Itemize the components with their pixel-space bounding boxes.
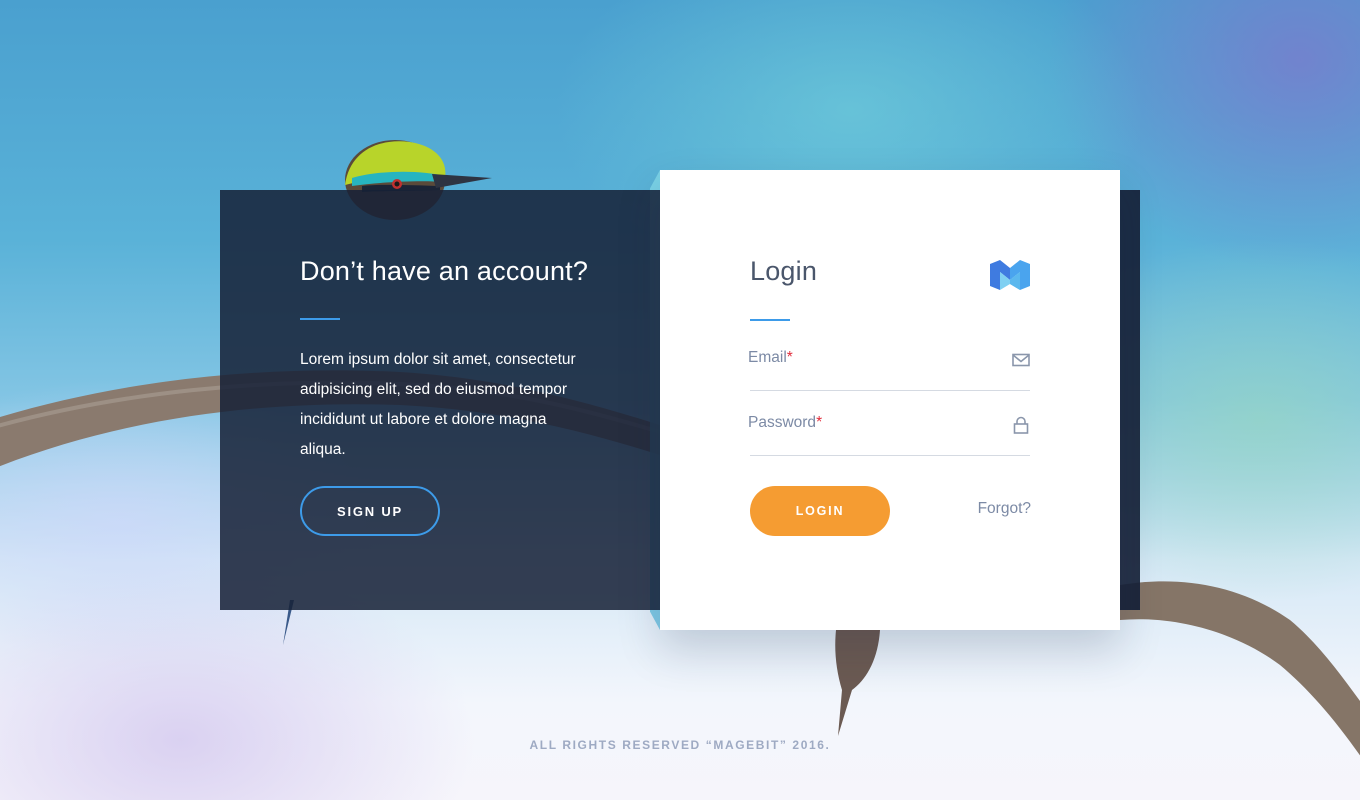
sign-up-button[interactable]: SIGN UP <box>300 486 440 536</box>
login-heading: Login <box>750 256 818 286</box>
password-field[interactable]: Password* <box>748 410 1030 456</box>
signup-panel: Don’t have an account? Lorem ipsum dolor… <box>220 190 680 610</box>
required-mark: * <box>816 414 823 431</box>
signup-heading: Don’t have an account? <box>300 256 589 286</box>
padlock-icon <box>1013 416 1029 434</box>
password-label: Password* <box>748 414 823 431</box>
heading-underline <box>300 318 340 320</box>
footer-copyright: ALL RIGHTS RESERVED “MAGEBIT” 2016. <box>529 738 831 752</box>
magebit-m-logo-icon <box>990 260 1030 290</box>
heading-underline <box>750 319 790 321</box>
envelope-icon <box>1012 353 1030 367</box>
email-field[interactable]: Email* <box>748 345 1030 391</box>
required-mark: * <box>786 349 793 366</box>
login-card: Login Email* Password* LOGIN Forgot? <box>660 170 1120 630</box>
signup-description: Lorem ipsum dolor sit amet, consectetur … <box>300 351 576 458</box>
forgot-password-link[interactable]: Forgot? <box>978 500 1031 518</box>
login-button[interactable]: LOGIN <box>750 486 890 536</box>
email-label: Email* <box>748 349 793 366</box>
